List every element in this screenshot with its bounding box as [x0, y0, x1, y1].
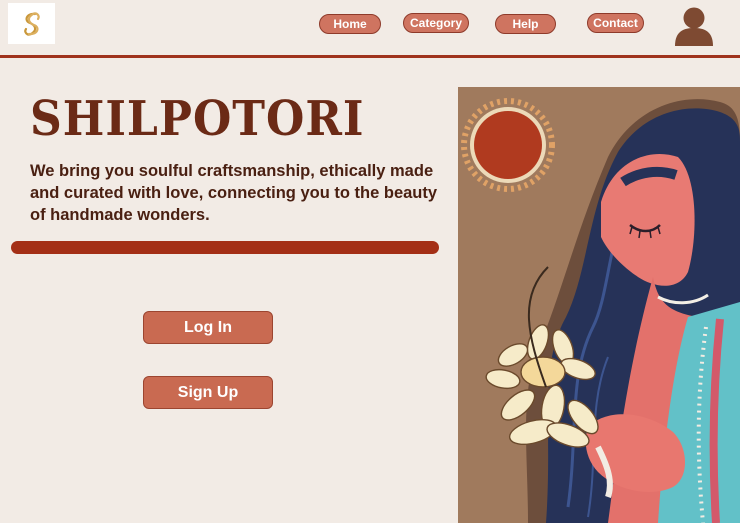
nav-category-button[interactable]: Category: [403, 13, 469, 33]
login-button[interactable]: Log In: [143, 311, 273, 344]
page-title: SHILPOTORI: [30, 92, 365, 148]
user-avatar-icon[interactable]: [673, 6, 715, 46]
header-divider: [0, 55, 740, 58]
nav-contact-button[interactable]: Contact: [587, 13, 644, 33]
brand-logo-icon[interactable]: [8, 3, 55, 44]
top-nav-bar: Home Category Help Contact: [0, 0, 740, 56]
tagline-text: We bring you soulful craftsmanship, ethi…: [30, 162, 438, 224]
hero-illustration: [458, 87, 740, 523]
signup-button[interactable]: Sign Up: [143, 376, 273, 409]
nav-home-button[interactable]: Home: [319, 14, 381, 34]
decorative-divider-bar: [11, 241, 439, 254]
nav-help-button[interactable]: Help: [495, 14, 556, 34]
